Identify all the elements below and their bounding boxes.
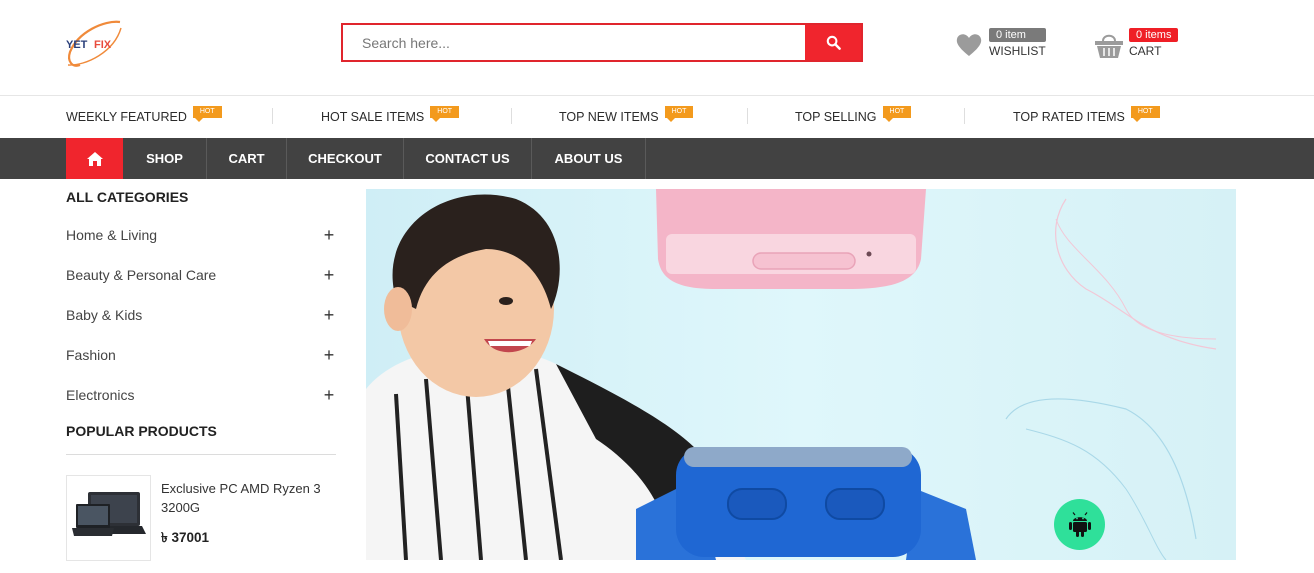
category-label: Home & Living [66, 227, 158, 243]
categories-heading: ALL CATEGORIES [66, 189, 189, 205]
hot-badge: HOT [1130, 106, 1160, 122]
search-button[interactable] [805, 25, 861, 60]
category-baby-kids[interactable]: Baby & Kids + [66, 295, 336, 335]
search-input[interactable] [343, 25, 805, 60]
nav-cart[interactable]: CART [207, 138, 287, 179]
cart-label: CART [1129, 44, 1162, 58]
hot-badge: HOT [664, 106, 694, 122]
category-fashion[interactable]: Fashion + [66, 335, 336, 375]
nav-home-button[interactable] [66, 138, 123, 179]
nav-shop[interactable]: SHOP [123, 138, 207, 179]
site-header: YET FIX 0 item WISHLIST [0, 0, 1314, 96]
site-logo[interactable]: YET FIX [64, 18, 126, 70]
hot-link-label: HOT SALE ITEMS [321, 110, 425, 124]
category-label: Fashion [66, 347, 116, 363]
popular-products-heading: POPULAR PRODUCTS [66, 423, 336, 455]
product-image[interactable] [66, 475, 151, 561]
product-name[interactable]: Exclusive PC AMD Ryzen 3 3200G [161, 479, 336, 517]
hot-link-label: TOP RATED ITEMS [1013, 110, 1125, 124]
category-label: Beauty & Personal Care [66, 267, 217, 283]
category-beauty-personal-care[interactable]: Beauty & Personal Care + [66, 255, 336, 295]
banner-image [366, 189, 1236, 560]
cart-count-badge: 0 items [1129, 28, 1179, 42]
category-list: Home & Living + Beauty & Personal Care +… [66, 215, 336, 415]
hot-link-label: WEEKLY FEATURED [66, 110, 187, 124]
wishlist-count-badge: 0 item [989, 28, 1046, 42]
hot-links-bar: WEEKLY FEATURED HOT HOT SALE ITEMS HOT T… [0, 96, 1314, 138]
expand-plus-icon[interactable]: + [322, 375, 336, 415]
hot-link-weekly-featured[interactable]: WEEKLY FEATURED HOT [66, 106, 222, 124]
search-bar [341, 23, 863, 62]
android-icon [1068, 511, 1091, 537]
sidebar: ALL CATEGORIES Home & Living + Beauty & … [66, 179, 336, 561]
product-card: Exclusive PC AMD Ryzen 3 3200G ৳ 37001 [66, 475, 336, 561]
basket-icon [1093, 28, 1125, 62]
expand-plus-icon[interactable]: + [322, 295, 336, 335]
hot-link-label: TOP NEW ITEMS [559, 110, 659, 124]
category-home-living[interactable]: Home & Living + [66, 215, 336, 255]
hot-link-top-selling[interactable]: TOP SELLING HOT [795, 106, 912, 124]
wishlist-link[interactable]: 0 item WISHLIST [953, 28, 1046, 62]
product-price: ৳ 37001 [161, 530, 210, 545]
cart-link[interactable]: 0 items CART [1093, 28, 1179, 62]
expand-plus-icon[interactable]: + [322, 335, 336, 375]
svg-text:YET: YET [66, 39, 88, 51]
nav-checkout[interactable]: CHECKOUT [287, 138, 404, 179]
android-app-button[interactable] [1054, 499, 1105, 550]
category-label: Electronics [66, 387, 135, 403]
category-label: Baby & Kids [66, 307, 143, 323]
home-icon [86, 151, 103, 166]
hot-link-top-new-items[interactable]: TOP NEW ITEMS HOT [559, 106, 694, 124]
expand-plus-icon[interactable]: + [322, 255, 336, 295]
svg-text:FIX: FIX [94, 39, 112, 51]
search-icon [826, 35, 841, 50]
hot-badge: HOT [430, 106, 460, 122]
hot-badge: HOT [882, 106, 912, 122]
main-nav: SHOP CART CHECKOUT CONTACT US ABOUT US [0, 138, 1314, 179]
divider [964, 108, 965, 124]
hot-badge: HOT [192, 106, 222, 122]
category-electronics[interactable]: Electronics + [66, 375, 336, 415]
hot-link-top-rated-items[interactable]: TOP RATED ITEMS HOT [1013, 106, 1160, 124]
expand-plus-icon[interactable]: + [322, 215, 336, 255]
heart-icon [953, 28, 985, 62]
wishlist-label: WISHLIST [989, 44, 1046, 58]
hero-banner[interactable] [366, 189, 1236, 560]
hot-link-label: TOP SELLING [795, 110, 877, 124]
divider [272, 108, 273, 124]
nav-contact-us[interactable]: CONTACT US [404, 138, 532, 179]
nav-about-us[interactable]: ABOUT US [532, 138, 646, 179]
divider [511, 108, 512, 124]
divider [747, 108, 748, 124]
hot-link-hot-sale-items[interactable]: HOT SALE ITEMS HOT [321, 106, 460, 124]
